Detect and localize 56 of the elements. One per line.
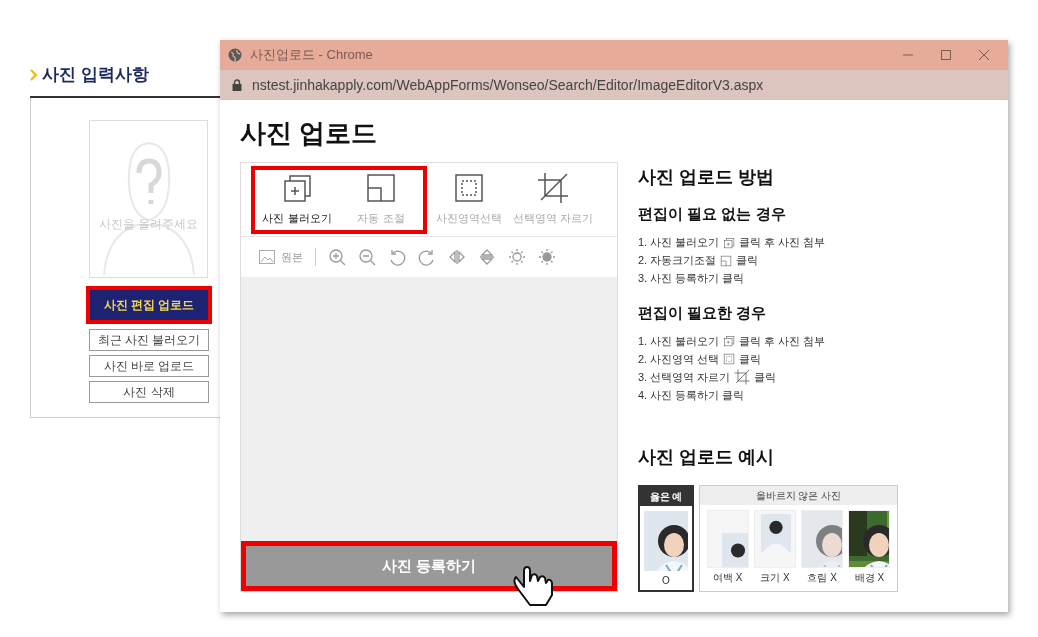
step-text: 3. 사진 등록하기 클릭 — [638, 271, 745, 287]
rotate-left-icon[interactable] — [388, 248, 406, 266]
side-button[interactable]: 최근 사진 불러오기 — [89, 328, 209, 351]
guide-subtitle: 편집이 필요 없는 경우 — [638, 204, 787, 224]
brightness-low-icon[interactable] — [508, 248, 526, 266]
add-photo-icon — [281, 172, 313, 205]
step-text: 1. 사진 불러오기 — [638, 235, 720, 251]
add-photo-icon — [723, 236, 736, 249]
rotate-right-icon[interactable] — [418, 248, 436, 266]
photo-caption: 흐림 X — [807, 571, 837, 585]
brightness-high-icon[interactable] — [538, 248, 556, 266]
step-text: 3. 선택영역 자르기 — [638, 369, 731, 385]
maximize-icon[interactable] — [940, 49, 952, 61]
bad-example-header: 올바르지 않은 사진 — [700, 486, 897, 505]
lock-icon — [232, 79, 242, 91]
url-text[interactable]: nstest.jinhakapply.com/WebAppForms/Wonseo/Search/Editor/ImageEditorV3.aspx — [252, 74, 764, 96]
step-text: 1. 사진 불러오기 — [638, 333, 720, 349]
step-text: 클릭 — [754, 369, 777, 385]
step-text: 클릭 — [736, 253, 759, 269]
hand-cursor-icon — [512, 563, 556, 609]
photo-caption: 크기 X — [760, 571, 790, 585]
step-text: 클릭 — [739, 351, 762, 367]
step-text: 클릭 후 사진 첨부 — [739, 333, 826, 349]
add-photo-icon — [723, 335, 736, 347]
step-text: 클릭 후 사진 첨부 — [739, 235, 826, 251]
step-text: 4. 사진 등록하기 클릭 — [638, 387, 745, 403]
tool-button[interactable]: 사진 불러오기 — [255, 172, 339, 227]
photo-caption: 여백 X — [712, 571, 743, 585]
guide-subtitle: 편집이 필요한 경우 — [638, 302, 768, 323]
globe-icon — [228, 48, 242, 62]
step-text: 2. 사진영역 선택 — [638, 351, 720, 367]
zoom-in-icon[interactable] — [328, 248, 346, 266]
side-button[interactable]: 사진 삭제 — [89, 380, 209, 403]
good-example-header: 옳은 예 — [640, 487, 692, 506]
photo-caption: O — [662, 574, 670, 588]
step-text: 2. 자동크기조절 — [638, 253, 717, 269]
flip-vertical-icon[interactable] — [478, 248, 496, 266]
photo-caption: 배경 X — [854, 571, 885, 585]
side-button[interactable]: 사진 바로 업로드 — [89, 354, 209, 377]
zoom-out-icon[interactable] — [358, 248, 376, 266]
resize-icon — [720, 254, 733, 267]
window-title: 사진업로드 - Chrome — [250, 46, 373, 65]
dashed-select-icon — [723, 353, 736, 365]
section-title: 사진 입력사항 — [42, 64, 149, 86]
flip-horizontal-icon[interactable] — [448, 248, 466, 266]
image-icon — [259, 250, 275, 264]
examples-title: 사진 업로드 예시 — [638, 446, 775, 469]
guide-title: 사진 업로드 방법 — [638, 166, 775, 189]
close-icon[interactable] — [978, 49, 990, 61]
crop-icon — [537, 172, 569, 205]
chevron-icon — [30, 68, 38, 81]
page-title: 사진 업로드 — [240, 120, 379, 146]
crop-icon — [734, 369, 751, 385]
resize-icon — [365, 172, 397, 205]
side-button[interactable]: 사진 편집 업로드 — [86, 285, 212, 324]
dashed-select-icon — [453, 172, 485, 205]
